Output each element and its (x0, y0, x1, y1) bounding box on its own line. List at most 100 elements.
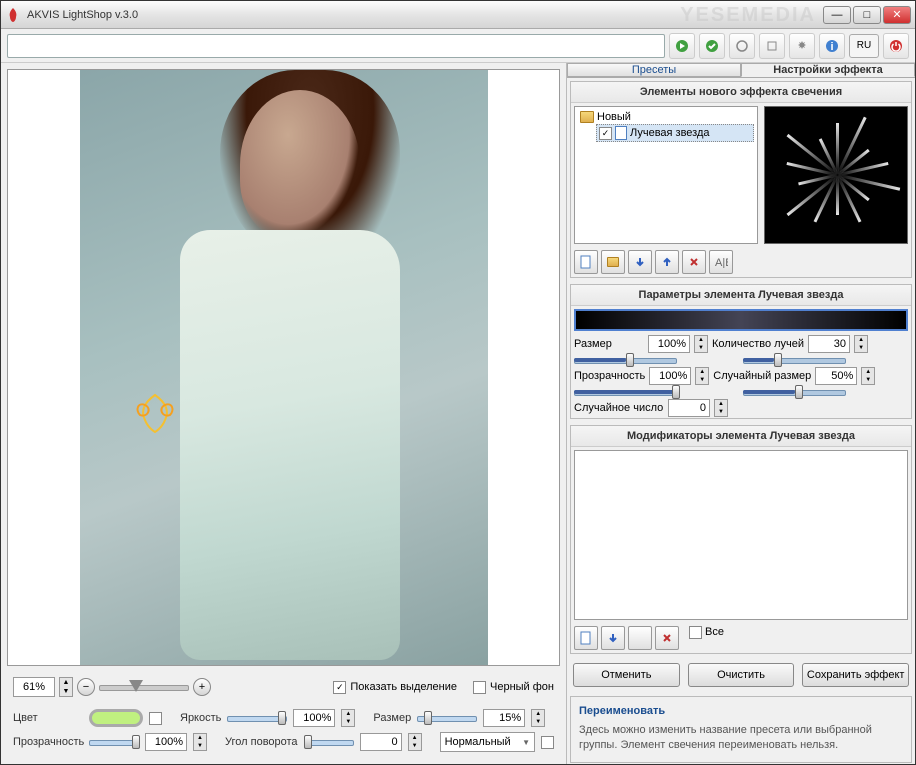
element-preview (764, 106, 908, 244)
path-input[interactable] (7, 34, 665, 58)
app-icon (5, 7, 21, 23)
param-rays-slider[interactable] (743, 355, 846, 365)
maximize-button[interactable]: □ (853, 6, 881, 24)
param-rays-value[interactable]: 30 (808, 335, 850, 353)
color-swatch[interactable] (89, 709, 143, 727)
param-size-label: Размер (574, 338, 644, 350)
elements-tree[interactable]: Новый ✓ Лучевая звезда (574, 106, 758, 244)
blend-lock-checkbox[interactable] (541, 736, 554, 749)
canvas[interactable] (7, 69, 560, 666)
apply-button[interactable] (699, 33, 725, 59)
brightness-slider[interactable] (227, 712, 287, 724)
blend-mode-combo[interactable]: Нормальный▼ (440, 732, 535, 752)
tree-item[interactable]: ✓ Лучевая звезда (596, 124, 754, 142)
element-icon (615, 126, 627, 140)
opacity-slider[interactable] (89, 736, 139, 748)
zoom-spinner[interactable]: ▲▼ (59, 677, 73, 697)
color-lock-checkbox[interactable] (149, 712, 162, 725)
help-title: Переименовать (579, 705, 903, 717)
power-button[interactable] (883, 33, 909, 59)
angle-slider[interactable] (304, 736, 354, 748)
new-element-button[interactable] (574, 250, 598, 274)
settings-button[interactable] (789, 33, 815, 59)
clear-button[interactable]: Очистить (688, 663, 795, 687)
angle-label: Угол поворота (225, 736, 298, 748)
show-selection-checkbox[interactable]: ✓ (333, 681, 346, 694)
info-button[interactable]: i (819, 33, 845, 59)
param-size-spinner[interactable]: ▲▼ (694, 335, 708, 353)
tool-button-1[interactable] (729, 33, 755, 59)
param-size-value[interactable]: 100% (648, 335, 690, 353)
param-opacity-label: Прозрачность (574, 370, 645, 382)
element-visibility-checkbox[interactable]: ✓ (599, 127, 612, 140)
size-slider[interactable] (417, 712, 477, 724)
zoom-out-button[interactable]: − (77, 678, 95, 696)
angle-value[interactable]: 0 (360, 733, 402, 751)
size-value[interactable]: 15% (483, 709, 525, 727)
param-rays-label: Количество лучей (712, 338, 804, 350)
language-selector[interactable]: RU (849, 34, 879, 58)
mod-new-button[interactable] (574, 626, 598, 650)
show-selection-label: Показать выделение (350, 681, 457, 693)
mod-all-checkbox[interactable] (689, 626, 702, 639)
preview-image (80, 69, 488, 666)
angle-spinner[interactable]: ▲▼ (408, 733, 422, 751)
mod-up-button[interactable] (628, 626, 652, 650)
modifiers-list[interactable] (574, 450, 908, 620)
param-randsize-slider[interactable] (743, 387, 846, 397)
param-size-slider[interactable] (574, 355, 677, 365)
move-up-button[interactable] (655, 250, 679, 274)
param-randsize-label: Случайный размер (713, 370, 811, 382)
param-seed-label: Случайное число (574, 402, 664, 414)
size-spinner[interactable]: ▲▼ (531, 709, 545, 727)
tool-button-2[interactable] (759, 33, 785, 59)
modifiers-panel: Модификаторы элемента Лучевая звезда Все (570, 425, 912, 654)
size-label: Размер (373, 712, 411, 724)
param-opacity-slider[interactable] (574, 387, 677, 397)
opacity-value[interactable]: 100% (145, 733, 187, 751)
brightness-label: Яркость (180, 712, 221, 724)
move-down-button[interactable] (628, 250, 652, 274)
param-rays-spinner[interactable]: ▲▼ (854, 335, 868, 353)
help-panel: Переименовать Здесь можно изменить назва… (570, 696, 912, 763)
elements-panel: Элементы нового эффекта свечения Новый ✓… (570, 81, 912, 278)
param-randsize-spinner[interactable]: ▲▼ (861, 367, 875, 385)
mod-down-button[interactable] (601, 626, 625, 650)
param-opacity-spinner[interactable]: ▲▼ (695, 367, 709, 385)
tab-presets[interactable]: Пресеты (567, 63, 741, 77)
elements-title: Элементы нового эффекта свечения (571, 82, 911, 103)
run-button[interactable] (669, 33, 695, 59)
opacity-spinner[interactable]: ▲▼ (193, 733, 207, 751)
tab-settings[interactable]: Настройки эффекта (741, 63, 915, 77)
titlebar: AKVIS LightShop v.3.0 YESEMEDIA ― □ ✕ (1, 1, 915, 29)
cancel-button[interactable]: Отменить (573, 663, 680, 687)
black-bg-label: Черный фон (490, 681, 554, 693)
delete-button[interactable] (682, 250, 706, 274)
param-seed-value[interactable]: 0 (668, 399, 710, 417)
close-button[interactable]: ✕ (883, 6, 911, 24)
zoom-value[interactable]: 61% (13, 677, 55, 697)
svg-text:A|B: A|B (715, 257, 728, 268)
param-randsize-value[interactable]: 50% (815, 367, 857, 385)
zoom-slider[interactable] (99, 680, 189, 694)
brightness-value[interactable]: 100% (293, 709, 335, 727)
tree-root[interactable]: Новый (578, 110, 754, 124)
opacity-label: Прозрачность (13, 736, 83, 748)
open-button[interactable] (601, 250, 625, 274)
minimize-button[interactable]: ― (823, 6, 851, 24)
help-text: Здесь можно изменить название пресета ил… (579, 723, 903, 754)
param-opacity-value[interactable]: 100% (649, 367, 691, 385)
modifiers-title: Модификаторы элемента Лучевая звезда (571, 426, 911, 447)
zoom-in-button[interactable]: + (193, 678, 211, 696)
rename-button[interactable]: A|B (709, 250, 733, 274)
window-title: AKVIS LightShop v.3.0 (27, 9, 138, 21)
svg-text:i: i (830, 41, 833, 53)
gradient-preview[interactable] (574, 309, 908, 331)
black-bg-checkbox[interactable] (473, 681, 486, 694)
params-panel: Параметры элемента Лучевая звезда Размер… (570, 284, 912, 419)
brightness-spinner[interactable]: ▲▼ (341, 709, 355, 727)
light-effect-overlay (130, 390, 180, 440)
param-seed-spinner[interactable]: ▲▼ (714, 399, 728, 417)
save-effect-button[interactable]: Сохранить эффект (802, 663, 909, 687)
mod-delete-button[interactable] (655, 626, 679, 650)
